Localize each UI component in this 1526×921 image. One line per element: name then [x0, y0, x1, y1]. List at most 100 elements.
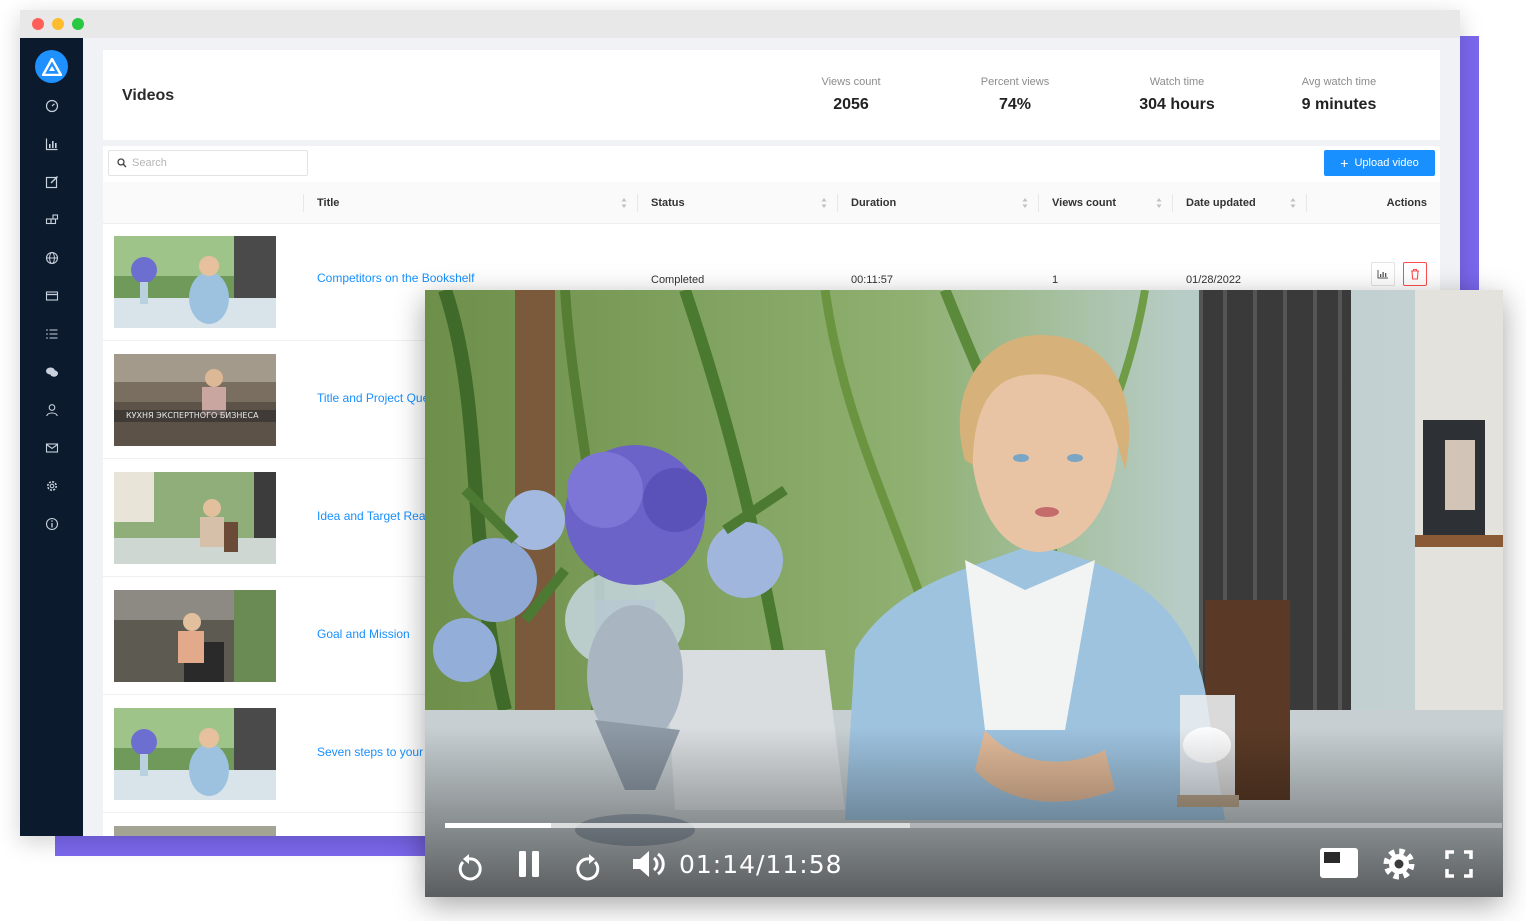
stats-button[interactable] [1371, 262, 1395, 286]
column-status-label: Status [651, 197, 685, 209]
rewind-icon [458, 854, 482, 881]
table-header: Title Status Duration Views count Date u… [103, 182, 1440, 224]
video-date: 01/28/2022 [1186, 274, 1242, 286]
column-date-updated[interactable]: Date updated [1172, 182, 1306, 224]
progress-played [445, 823, 551, 828]
stat-value: 304 hours [1139, 96, 1215, 113]
rewind-button[interactable] [451, 850, 487, 886]
stage: Videos Views count 2056 Percent views 74… [0, 0, 1526, 921]
chart-icon [45, 138, 58, 151]
volume-button[interactable] [629, 846, 669, 882]
fullscreen-button[interactable] [1441, 846, 1477, 882]
settings-icon [1383, 848, 1415, 880]
sidebar-item-modules[interactable] [42, 210, 62, 230]
column-duration[interactable]: Duration [837, 182, 1038, 224]
column-actions: Actions [1306, 182, 1427, 224]
stat-avg-watch-time: Avg watch time 9 minutes [1259, 76, 1419, 114]
video-title-link[interactable]: Idea and Target Rea [317, 509, 426, 523]
sidebar-item-users[interactable] [42, 400, 62, 420]
edit-icon [45, 176, 58, 189]
stat-label: Watch time [1149, 76, 1205, 88]
stat-value: 2056 [833, 96, 869, 113]
player-settings-button[interactable] [1379, 844, 1419, 884]
pause-icon [519, 851, 539, 877]
sidebar-item-settings[interactable] [42, 476, 62, 496]
mail-icon [45, 443, 59, 453]
close-window-button[interactable] [32, 18, 44, 30]
trash-icon [1411, 268, 1419, 280]
stat-percent-views: Percent views 74% [935, 76, 1095, 114]
search-input[interactable]: Search [108, 150, 308, 176]
video-title-link[interactable]: Seven steps to your [317, 745, 423, 759]
column-duration-label: Duration [851, 197, 897, 209]
forward-icon [576, 854, 600, 881]
stat-watch-time: Watch time 304 hours [1097, 76, 1257, 114]
column-status[interactable]: Status [637, 182, 837, 224]
time-display: 01:14/11:58 [679, 850, 843, 879]
fullscreen-icon [1445, 850, 1473, 878]
video-thumbnail[interactable] [114, 826, 276, 836]
video-thumbnail[interactable] [114, 472, 276, 564]
video-title-link[interactable]: Goal and Mission [317, 627, 410, 641]
sidebar-item-payments[interactable] [42, 286, 62, 306]
sidebar-item-lists[interactable] [42, 324, 62, 344]
sidebar-item-analytics[interactable] [42, 134, 62, 154]
sidebar-item-info[interactable] [42, 514, 62, 534]
pause-button[interactable] [511, 846, 547, 882]
video-duration: 00:11:57 [851, 274, 894, 286]
column-title-label: Title [317, 197, 340, 209]
sidebar-item-editor[interactable] [42, 172, 62, 192]
video-frame [425, 290, 1503, 897]
volume-icon [633, 851, 665, 877]
stat-label: Percent views [980, 76, 1050, 88]
sort-icon [1156, 198, 1162, 208]
stat-label: Views count [821, 76, 881, 88]
app-logo[interactable] [35, 50, 68, 83]
column-date-label: Date updated [1186, 197, 1256, 209]
column-views-count[interactable]: Views count [1038, 182, 1172, 224]
chat-icon [46, 367, 58, 377]
video-title-link[interactable]: Competitors on the Bookshelf [317, 271, 474, 285]
stat-value: 74% [998, 96, 1032, 113]
card-icon [45, 291, 59, 301]
blocks-icon [45, 214, 59, 225]
column-views-label: Views count [1052, 197, 1116, 209]
sort-icon [1022, 198, 1028, 208]
page-title: Videos [122, 87, 175, 104]
forward-button[interactable] [571, 850, 607, 886]
video-thumbnail[interactable] [114, 590, 276, 682]
maximize-window-button[interactable] [72, 18, 84, 30]
sidebar-item-mail[interactable] [42, 438, 62, 458]
minimize-window-button[interactable] [52, 18, 64, 30]
globe-icon [45, 251, 59, 265]
video-player[interactable]: 01:14/11:58 [425, 290, 1503, 897]
column-actions-label: Actions [1386, 197, 1427, 209]
info-icon [45, 517, 59, 531]
video-views: 1 [1052, 274, 1059, 286]
upload-video-button[interactable]: + Upload video [1324, 150, 1435, 176]
column-title[interactable]: Title [303, 182, 637, 224]
picture-in-picture-button[interactable] [1318, 845, 1360, 881]
progress-bar[interactable] [445, 823, 1502, 828]
thumbnail-caption: КУХНЯ ЭКСПЕРТНОГО БИЗНЕСА [126, 411, 259, 420]
stat-views-count: Views count 2056 [771, 76, 931, 114]
sidebar-item-dashboard[interactable] [42, 96, 62, 116]
chart-icon [1377, 270, 1388, 279]
pip-icon [1320, 848, 1358, 878]
sort-icon [821, 198, 827, 208]
sidebar [20, 38, 83, 836]
video-title-link[interactable]: Title and Project Que [317, 391, 429, 405]
sidebar-item-sites[interactable] [42, 248, 62, 268]
stats-header: Videos Views count 2056 Percent views 74… [103, 50, 1440, 140]
sidebar-item-chat[interactable] [42, 362, 62, 382]
dashboard-icon [45, 99, 59, 113]
upload-video-label: Upload video [1354, 157, 1419, 169]
delete-button[interactable] [1403, 262, 1427, 286]
title-bar [20, 10, 1460, 38]
video-thumbnail[interactable]: КУХНЯ ЭКСПЕРТНОГО БИЗНЕСА [114, 354, 276, 446]
sort-icon [621, 198, 627, 208]
video-thumbnail[interactable] [114, 708, 276, 800]
search-icon [117, 158, 127, 168]
video-thumbnail[interactable] [114, 236, 276, 328]
user-icon [46, 404, 58, 417]
